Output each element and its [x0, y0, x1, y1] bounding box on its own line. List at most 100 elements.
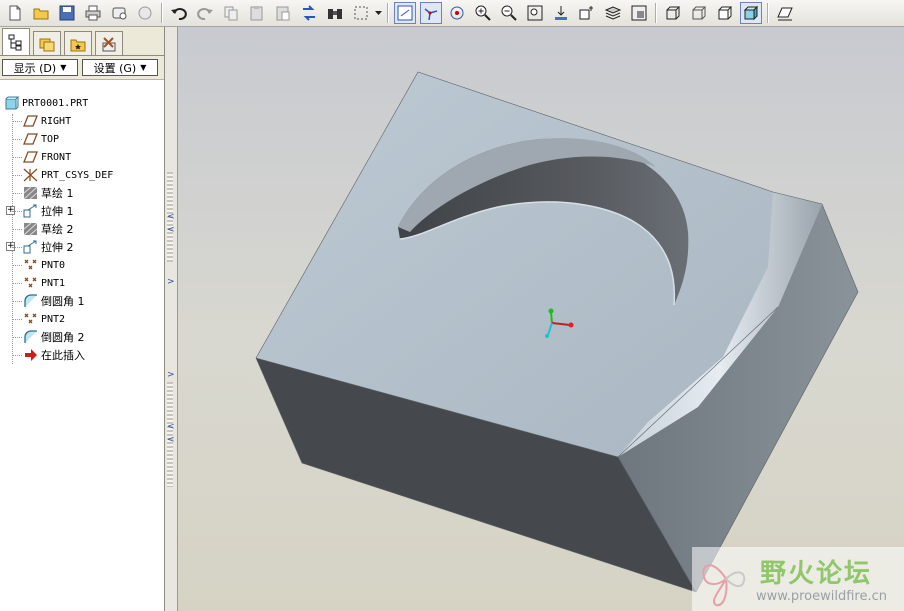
tree-node-round-2[interactable]: 倒圆角 2 [22, 328, 85, 346]
zoom-out-icon [501, 5, 517, 21]
new-file-icon [9, 5, 21, 21]
tree-node-sketch-1[interactable]: 草绘 1 [22, 184, 74, 202]
graphics-viewport[interactable]: 野火论坛 www.proewildfire.cn [178, 27, 904, 611]
round-icon [22, 330, 38, 344]
tree-branch-line [12, 229, 22, 230]
toolbar-separator [655, 3, 657, 23]
show-dropdown-label: 显示 (D) [13, 61, 57, 75]
refit-button[interactable] [524, 2, 546, 24]
layers-button[interactable] [602, 2, 624, 24]
zoom-in-button[interactable] [472, 2, 494, 24]
tree-node-right[interactable]: RIGHT [22, 112, 71, 130]
tab-settings[interactable] [95, 31, 123, 55]
tools-icon [102, 36, 116, 51]
panel-splitter[interactable]: < < > > < < [165, 27, 178, 611]
tree-node-front[interactable]: FRONT [22, 148, 71, 166]
sketch-icon [22, 222, 38, 236]
undo-icon [171, 8, 187, 21]
folder-stack-icon [39, 38, 55, 51]
settings-dropdown-label: 设置 (G) [93, 61, 137, 75]
shading-button[interactable] [740, 2, 762, 24]
select-box-button[interactable] [350, 2, 372, 24]
tree-node-label: PNT2 [41, 313, 66, 325]
tree-node-pnt1[interactable]: PNT1 [22, 274, 65, 292]
tree-node-part[interactable]: PRT0001.PRT [3, 94, 88, 112]
send-button[interactable] [134, 2, 156, 24]
toolbar-separator [161, 3, 163, 23]
tree-node-label: PRT_CSYS_DEF [41, 169, 114, 181]
settings-dropdown[interactable]: 设置 (G) ▼ [82, 59, 158, 76]
selection-dropdown[interactable] [374, 2, 382, 24]
tree-node-csys[interactable]: PRT_CSYS_DEF [22, 166, 113, 184]
view-manager-button[interactable] [628, 2, 650, 24]
saved-views-button[interactable] [576, 2, 598, 24]
tree-node-extrude-1[interactable]: 拉伸 1 [22, 202, 74, 220]
csys-display-toggle[interactable] [420, 2, 442, 24]
sketch-plane-button[interactable] [774, 2, 796, 24]
regenerate-icon [303, 5, 315, 21]
datum-point-icon [22, 312, 38, 326]
paste-special-button[interactable] [272, 2, 294, 24]
copy-icon [224, 6, 238, 21]
paste-button[interactable] [246, 2, 268, 24]
tree-node-sketch-2[interactable]: 草绘 2 [22, 220, 74, 238]
datum-point-icon [22, 276, 38, 290]
binoculars-icon [328, 9, 342, 19]
tree-node-round-1[interactable]: 倒圆角 1 [22, 292, 85, 310]
collapse-left-icon[interactable]: < [167, 422, 175, 432]
insert-here-icon [22, 348, 38, 362]
reorient-button[interactable] [550, 2, 572, 24]
tree-node-label: TOP [41, 133, 60, 145]
save-button[interactable] [56, 2, 78, 24]
tab-layer-tree[interactable] [33, 31, 61, 55]
show-dropdown[interactable]: 显示 (D) ▼ [2, 59, 78, 76]
email-button[interactable] [108, 2, 130, 24]
print-button[interactable] [82, 2, 104, 24]
watermark-url: www.proewildfire.cn [756, 589, 887, 604]
datum-plane-icon [22, 132, 38, 146]
collapse-left-icon[interactable]: < [167, 435, 175, 445]
save-icon [59, 5, 75, 21]
tree-node-label: PRT0001.PRT [22, 97, 89, 109]
refit-icon [527, 5, 543, 21]
extrude-icon [22, 240, 38, 254]
wireframe-cube-icon [666, 6, 681, 20]
hidden-line-cube-icon [692, 6, 707, 20]
sketch-plane-icon [777, 7, 793, 21]
collapse-left-icon[interactable]: < [167, 225, 175, 235]
no-hidden-button[interactable] [714, 2, 736, 24]
toolbar-separator [767, 3, 769, 23]
favorites-folder-icon [70, 39, 86, 51]
tree-node-label: RIGHT [41, 115, 72, 127]
tab-model-tree[interactable] [2, 28, 30, 55]
new-file-button[interactable] [4, 2, 26, 24]
expand-right-icon[interactable]: > [167, 277, 175, 287]
tree-node-extrude-2[interactable]: 拉伸 2 [22, 238, 74, 256]
saved-views-icon [579, 6, 593, 20]
mail-icon [112, 7, 127, 20]
tree-node-pnt2[interactable]: PNT2 [22, 310, 65, 328]
hidden-line-button[interactable] [688, 2, 710, 24]
dropdown-arrow-icon [374, 11, 382, 15]
regenerate-button[interactable] [298, 2, 320, 24]
collapse-left-icon[interactable]: < [167, 212, 175, 222]
dropdown-arrow-icon: ▼ [60, 63, 67, 72]
wireframe-button[interactable] [662, 2, 684, 24]
tree-guide-line [12, 114, 13, 364]
redo-button[interactable] [194, 2, 216, 24]
expand-right-icon[interactable]: > [167, 370, 175, 380]
find-button[interactable] [324, 2, 346, 24]
tree-node-insert-here[interactable]: 在此插入 [22, 346, 85, 364]
copy-button[interactable] [220, 2, 242, 24]
open-button[interactable] [30, 2, 52, 24]
tab-favorites[interactable] [64, 31, 92, 55]
spin-center-toggle[interactable] [446, 2, 468, 24]
part-model[interactable] [178, 27, 904, 611]
csys-display-icon [424, 8, 438, 21]
tree-node-top[interactable]: TOP [22, 130, 59, 148]
tree-node-pnt0[interactable]: PNT0 [22, 256, 65, 274]
zoom-out-button[interactable] [498, 2, 520, 24]
datum-display-toggle[interactable] [394, 2, 416, 24]
main-toolbar [0, 0, 904, 27]
undo-button[interactable] [168, 2, 190, 24]
